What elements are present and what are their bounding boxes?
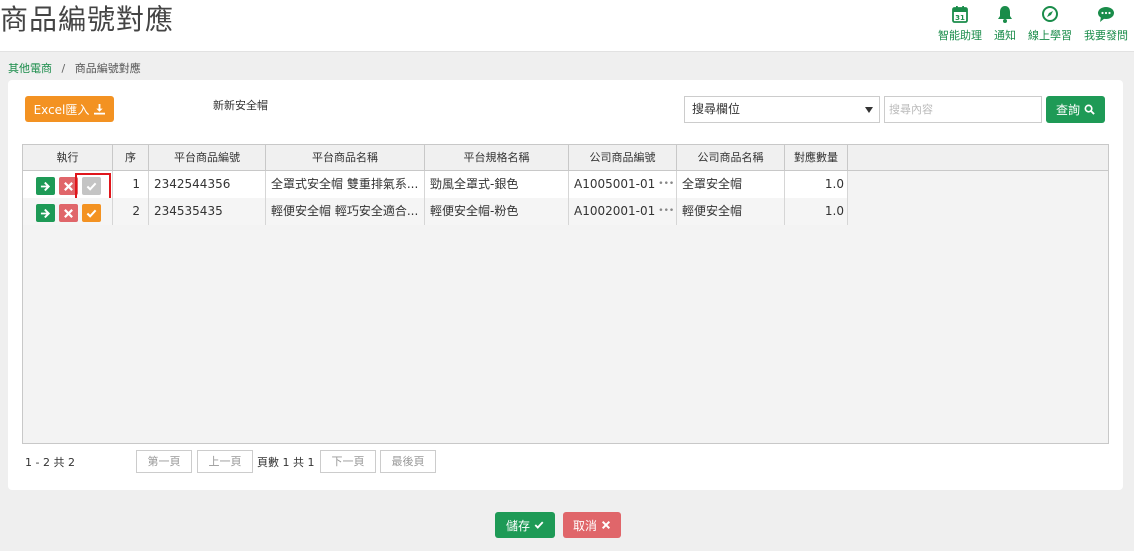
excel-import-button[interactable]: Excel匯入 [25, 96, 114, 122]
search-input[interactable] [884, 96, 1042, 123]
column-header-seq: 序 [113, 145, 149, 171]
search-icon [1084, 104, 1095, 115]
last-page-button[interactable]: 最後頁 [380, 450, 436, 473]
cancel-button-label: 取消 [572, 518, 597, 533]
platform-name-cell: 全罩式安全帽 雙重排氣系... [266, 171, 425, 198]
nav-notifications[interactable]: 通知 [994, 4, 1016, 43]
close-icon [601, 520, 611, 530]
more-options-icon[interactable]: ••• [658, 179, 674, 189]
spec-name-cell: 勁風全罩式-銀色 [425, 171, 569, 198]
breadcrumb-current: 商品編號對應 [74, 62, 141, 75]
arrow-right-icon [40, 181, 51, 191]
compass-icon [1042, 6, 1058, 22]
excel-import-label: Excel匯入 [33, 102, 90, 117]
nav-online-learning-label: 線上學習 [1028, 29, 1072, 42]
search-field-select[interactable]: 搜尋欄位 [684, 96, 880, 123]
seq-cell: 1 [113, 171, 149, 198]
bell-icon [998, 6, 1012, 23]
column-header-company-name: 公司商品名稱 [677, 145, 785, 171]
page-title: 商品編號對應 [0, 3, 175, 36]
page-indicator: 頁數 1 共 1 [257, 456, 315, 469]
breadcrumb: 其他電商 / 商品編號對應 [8, 60, 141, 76]
close-icon [64, 181, 73, 191]
column-header-company-id: 公司商品編號 [569, 145, 677, 171]
highlight-box [75, 173, 111, 198]
nav-ask-question[interactable]: 我要發問 [1084, 4, 1128, 43]
spec-name-cell: 輕便安全帽-粉色 [425, 198, 569, 225]
main-panel: Excel匯入 新新安全帽 搜尋欄位 查詢 執行 序 平台商品編號 平台商品名稱… [8, 80, 1123, 490]
close-icon [64, 208, 73, 218]
platform-id-cell: 2342544356 [149, 171, 266, 198]
action-cell [23, 171, 113, 198]
check-icon [534, 521, 544, 529]
chat-bubble-icon [1098, 7, 1114, 22]
check-icon [86, 209, 97, 218]
document-name: 新新安全帽 [213, 99, 268, 112]
more-options-icon[interactable]: ••• [658, 206, 674, 216]
first-page-button[interactable]: 第一頁 [136, 450, 192, 473]
seq-cell: 2 [113, 198, 149, 225]
search-field-select-value: 搜尋欄位 [692, 102, 741, 116]
platform-name-cell: 輕便安全帽 輕巧安全適合... [266, 198, 425, 225]
nav-assistant-label: 智能助理 [938, 29, 982, 42]
save-button-label: 儲存 [505, 518, 530, 533]
table-header: 執行 序 平台商品編號 平台商品名稱 平台規格名稱 公司商品編號 公司商品名稱 … [23, 145, 1108, 171]
download-icon [94, 103, 106, 115]
top-nav: 31 智能助理 通知 線上學習 我要發問 [926, 4, 1128, 43]
nav-ask-question-label: 我要發問 [1084, 29, 1128, 42]
caret-down-icon [865, 107, 873, 113]
save-button[interactable]: 儲存 [495, 512, 555, 538]
nav-assistant[interactable]: 31 智能助理 [938, 4, 982, 43]
company-name-cell: 輕便安全帽 [677, 198, 785, 225]
qty-cell: 1.0 [785, 198, 848, 225]
column-header-qty: 對應數量 [785, 145, 848, 171]
qty-cell: 1.0 [785, 171, 848, 198]
company-id-cell: A1002001-01 ••• [569, 198, 677, 225]
table-row[interactable]: 2 234535435 輕便安全帽 輕巧安全適合... 輕便安全帽-粉色 A10… [23, 198, 848, 225]
delete-button[interactable] [59, 204, 78, 222]
cancel-button[interactable]: 取消 [563, 512, 621, 538]
column-header-spec-name: 平台規格名稱 [425, 145, 569, 171]
confirm-button[interactable] [82, 204, 101, 222]
company-name-cell: 全罩安全帽 [677, 171, 785, 198]
svg-text:31: 31 [955, 14, 965, 22]
mapping-table: 執行 序 平台商品編號 平台商品名稱 平台規格名稱 公司商品編號 公司商品名稱 … [22, 144, 1109, 444]
nav-online-learning[interactable]: 線上學習 [1028, 4, 1072, 43]
column-header-action: 執行 [23, 145, 113, 171]
nav-notifications-label: 通知 [994, 29, 1016, 42]
breadcrumb-parent-link[interactable]: 其他電商 [8, 62, 52, 75]
company-id-value: A1005001-01 [574, 177, 656, 191]
next-page-button[interactable]: 下一頁 [320, 450, 376, 473]
platform-id-cell: 234535435 [149, 198, 266, 225]
company-id-cell: A1005001-01 ••• [569, 171, 677, 198]
go-button[interactable] [36, 204, 55, 222]
breadcrumb-separator: / [61, 62, 66, 75]
column-header-platform-id: 平台商品編號 [149, 145, 266, 171]
arrow-right-icon [40, 208, 51, 218]
query-button-label: 查詢 [1055, 103, 1080, 117]
go-button[interactable] [36, 177, 55, 195]
pager-info: 1 - 2 共 2 [25, 456, 75, 469]
calendar-icon: 31 [952, 6, 968, 23]
query-button[interactable]: 查詢 [1046, 96, 1105, 123]
company-id-value: A1002001-01 [574, 204, 656, 218]
top-bar: 商品編號對應 31 智能助理 通知 線上學習 我要發問 [0, 0, 1134, 52]
column-header-platform-name: 平台商品名稱 [266, 145, 425, 171]
prev-page-button[interactable]: 上一頁 [197, 450, 253, 473]
table-row[interactable]: 1 2342544356 全罩式安全帽 雙重排氣系... 勁風全罩式-銀色 A1… [23, 171, 848, 198]
action-cell [23, 198, 113, 225]
